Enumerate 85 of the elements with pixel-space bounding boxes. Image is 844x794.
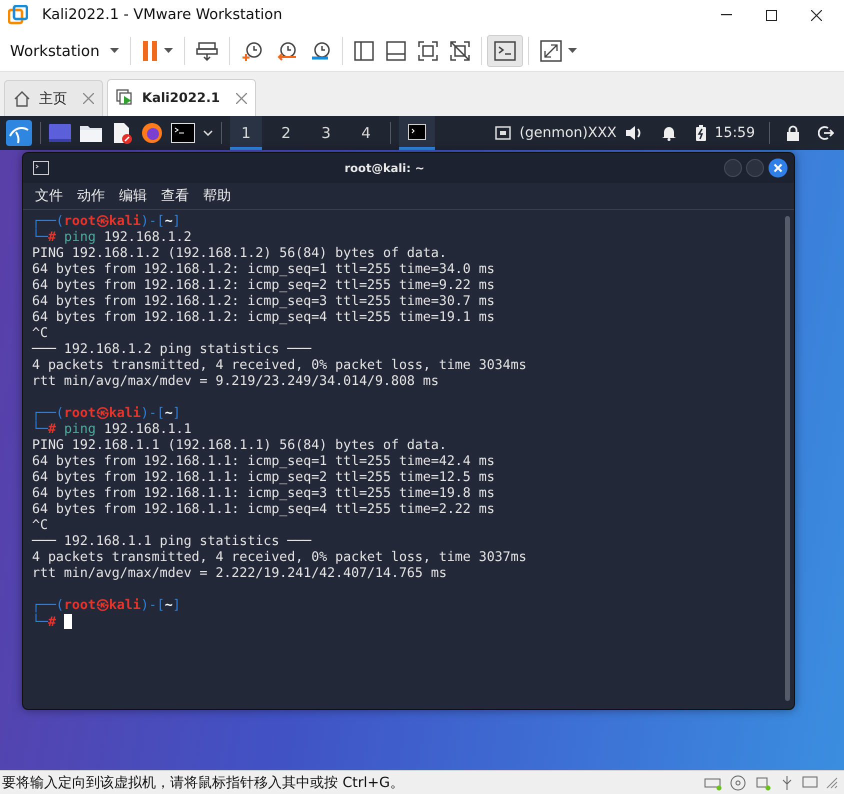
window-title: Kali2022.1 - VMware Workstation	[42, 7, 282, 23]
maximize-icon[interactable]	[766, 10, 777, 20]
logout-icon[interactable]	[818, 125, 834, 141]
menu-item[interactable]: 帮助	[201, 187, 233, 205]
lock-icon[interactable]	[786, 125, 800, 141]
sidebar-icon	[354, 40, 374, 60]
output-line: ─── 192.168.1.2 ping statistics ───	[32, 342, 312, 358]
tab[interactable]: 主页	[4, 80, 103, 116]
text-cursor	[64, 614, 72, 629]
output-line: 64 bytes from 192.168.1.1: icmp_seq=4 ttl=255 time=2.22 ms	[32, 502, 496, 518]
output-line: rtt min/avg/max/mdev = 9.219/23.249/34.014/9.808 ms	[32, 374, 440, 390]
panel-icon	[386, 40, 406, 60]
prompt-line: ┌──(root㉿kali)-[~]	[32, 598, 182, 614]
home-icon	[13, 90, 31, 108]
genmon-label: (genmon)XXX	[519, 125, 617, 141]
output-line: 4 packets transmitted, 4 received, 0% packet loss, time 3037ms	[32, 550, 528, 566]
output-line: ^C	[32, 518, 49, 534]
tab-label: Kali2022.1	[142, 90, 220, 106]
output-line: 64 bytes from 192.168.1.2: icmp_seq=2 ttl=255 time=9.22 ms	[32, 278, 496, 294]
output-line: PING 192.168.1.2 (192.168.1.2) 56(84) bytes of data.	[32, 246, 448, 262]
terminal-icon	[33, 161, 49, 175]
vm-running-icon	[116, 89, 134, 107]
caret-icon[interactable]	[164, 48, 173, 53]
terminal-icon[interactable]	[171, 123, 195, 143]
cd-icon[interactable]	[730, 774, 746, 790]
workspace-button[interactable]: 2	[270, 116, 302, 150]
clock-plus-icon	[240, 40, 263, 62]
menu-item[interactable]: 文件	[33, 187, 65, 205]
menu-item[interactable]: 查看	[159, 187, 191, 205]
output-line: ^C	[32, 326, 49, 342]
output-line: 64 bytes from 192.168.1.2: icmp_seq=1 ttl=255 time=34.0 ms	[32, 262, 496, 278]
workstation-menu[interactable]: Workstation	[4, 38, 125, 64]
text-editor-icon[interactable]	[111, 122, 133, 144]
tab[interactable]: Kali2022.1	[107, 79, 256, 116]
prompt-line: ┌──(root㉿kali)-[~]	[32, 406, 182, 421]
prompt-line: ┌──(root㉿kali)-[~]	[32, 214, 182, 229]
output-line: ─── 192.168.1.1 ping statistics ───	[32, 534, 312, 550]
battery-icon[interactable]	[694, 125, 707, 141]
output-line: 64 bytes from 192.168.1.1: icmp_seq=1 ttl=255 time=42.4 ms	[32, 454, 496, 470]
expand-icon	[540, 40, 562, 62]
folder-icon[interactable]	[79, 123, 103, 143]
caret-icon[interactable]	[110, 48, 119, 53]
close-icon[interactable]	[811, 10, 822, 20]
output-line: 64 bytes from 192.168.1.1: icmp_seq=2 ttl=255 time=12.5 ms	[32, 470, 496, 486]
command-line: └─#	[32, 615, 57, 630]
command-line: └─# ping 192.168.1.2	[32, 230, 192, 245]
output-line: 64 bytes from 192.168.1.2: icmp_seq=4 ttl=255 time=19.1 ms	[32, 310, 496, 326]
output-line: 64 bytes from 192.168.1.2: icmp_seq=3 ttl=255 time=30.7 ms	[32, 294, 496, 310]
network-icon[interactable]	[495, 126, 512, 140]
usb-icon[interactable]	[780, 774, 794, 790]
notification-bell-icon[interactable]	[660, 125, 677, 141]
tab-label: 主页	[39, 90, 67, 108]
terminal-icon	[494, 40, 516, 60]
browser-icon[interactable]	[141, 122, 163, 144]
command-line: └─# ping 192.168.1.1	[32, 422, 192, 437]
terminal-title: root@kali: ~	[343, 161, 426, 175]
workspace-button[interactable]: 3	[310, 116, 342, 150]
chevron-down-icon[interactable]	[203, 130, 213, 136]
minimize-icon[interactable]	[721, 14, 732, 16]
output-line: PING 192.168.1.1 (192.168.1.1) 56(84) bytes of data.	[32, 438, 448, 454]
menu-item[interactable]: 编辑	[117, 187, 149, 205]
scrollbar[interactable]	[785, 216, 790, 701]
close-icon[interactable]	[768, 158, 788, 178]
terminal-task-button[interactable]	[399, 116, 435, 150]
output-line: 64 bytes from 192.168.1.1: icmp_seq=3 ttl=255 time=19.8 ms	[32, 486, 496, 502]
display-icon[interactable]	[802, 774, 818, 790]
workspace-button[interactable]: 4	[350, 116, 382, 150]
keyboard-arrow-icon	[196, 40, 218, 62]
console-view-button[interactable]	[486, 34, 523, 66]
terminal-icon	[408, 124, 426, 140]
caret-icon[interactable]	[568, 48, 577, 53]
kali-menu-icon[interactable]	[6, 120, 32, 146]
workspace-button[interactable]: 1	[230, 116, 262, 150]
crossed-frame-icon	[450, 40, 470, 60]
volume-icon[interactable]	[624, 125, 643, 141]
output-line: 4 packets transmitted, 4 received, 0% packet loss, time 3034ms	[32, 358, 528, 374]
pause-icon	[142, 40, 158, 60]
menu-item[interactable]: 动作	[75, 187, 107, 205]
clock: 15:59	[714, 125, 755, 141]
vmware-logo-icon	[8, 5, 28, 25]
output-line: rtt min/avg/max/mdev = 2.222/19.241/42.407/14.765 ms	[32, 566, 448, 582]
network-adapter-icon[interactable]	[754, 774, 772, 790]
status-message: 要将输入定向到该虚拟机，请将鼠标指针移入其中或按 Ctrl+G。	[2, 774, 404, 792]
frame-icon	[418, 40, 438, 60]
resize-grip-icon[interactable]	[826, 776, 838, 788]
